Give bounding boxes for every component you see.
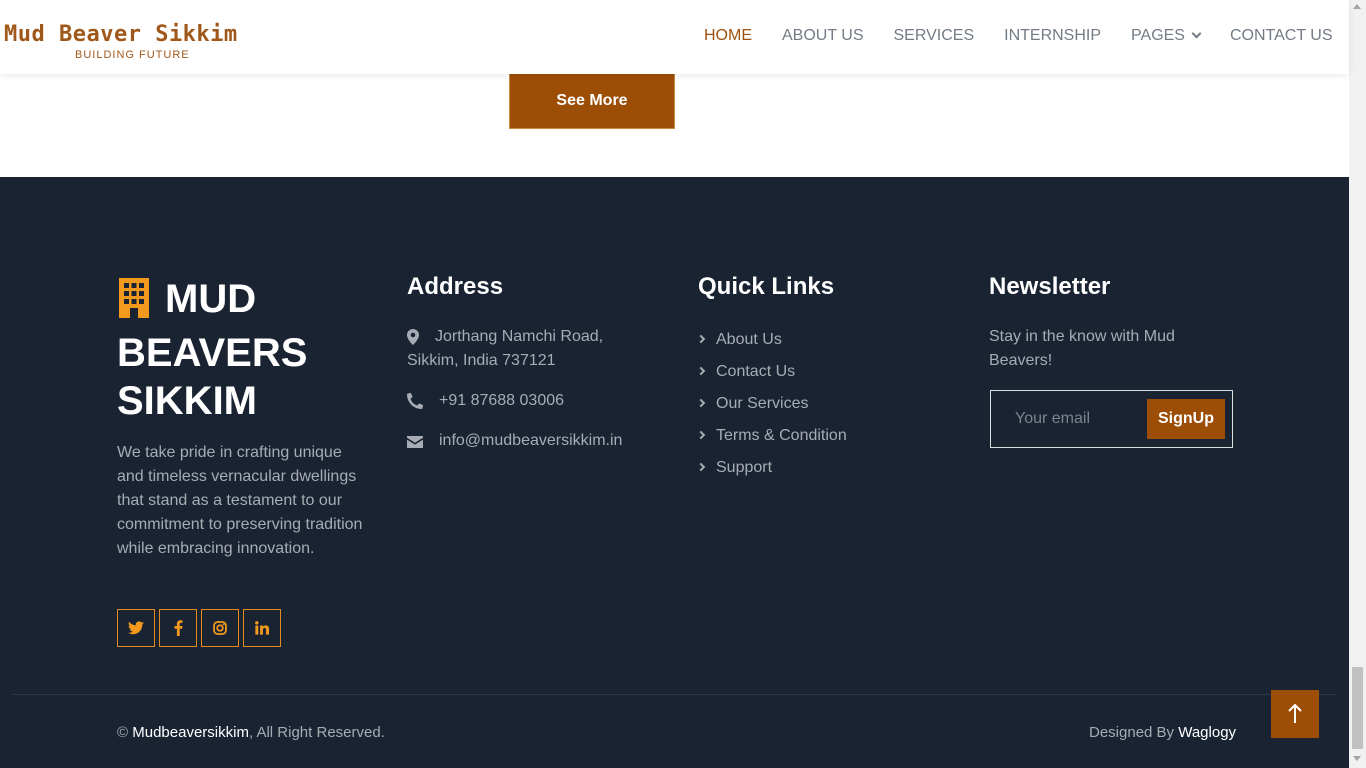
email-address[interactable]: info@mudbeaversikkim.in [439, 429, 622, 453]
chevron-right-icon [696, 462, 706, 472]
brand-line-2: BEAVERS [117, 331, 308, 375]
newsletter-text: Stay in the know with Mud Beavers! [989, 328, 1175, 369]
footer-divider [12, 694, 1337, 695]
nav-contact-us[interactable]: CONTACT US [1230, 27, 1333, 45]
nav-home[interactable]: HOME [704, 27, 752, 45]
linkedin-icon [255, 621, 269, 635]
footer-link-support[interactable]: Support [696, 459, 773, 477]
scroll-down-arrow-icon[interactable] [1353, 756, 1361, 761]
twitter-link[interactable] [117, 609, 155, 647]
newsletter-form: Your email SignUp [990, 390, 1233, 448]
facebook-icon [174, 620, 182, 636]
scroll-up-arrow-icon[interactable] [1353, 4, 1361, 9]
site-logo[interactable]: Mud Beaver Sikkim BUILDING FUTURE [4, 22, 238, 61]
back-to-top-button[interactable] [1271, 690, 1319, 738]
instagram-link[interactable] [201, 609, 239, 647]
footer-link-label: Terms & Condition [716, 427, 847, 444]
address-line-2: Sikkim, India 737121 [407, 352, 556, 369]
footer-link-label: About Us [716, 331, 782, 348]
chevron-down-icon [1191, 28, 1202, 39]
footer-link-about-us[interactable]: About Us [696, 331, 782, 349]
instagram-icon [213, 621, 227, 635]
footer-link-label: Support [716, 459, 773, 476]
page-scrollbar[interactable] [1349, 0, 1366, 768]
nav-pages[interactable]: PAGES [1131, 27, 1202, 45]
site-footer: MUD BEAVERS SIKKIM We take pride in craf… [0, 177, 1349, 768]
copyright-link[interactable]: Mudbeaversikkim [132, 724, 249, 741]
copyright: © Mudbeaversikkim, All Right Reserved. [117, 724, 385, 741]
footer-link-terms[interactable]: Terms & Condition [696, 427, 847, 445]
designed-by: Designed By Waglogy [1089, 724, 1236, 741]
facebook-link[interactable] [159, 609, 197, 647]
brand-line-1: MUD [165, 277, 257, 321]
building-icon [117, 278, 151, 329]
main-nav: HOME ABOUT US SERVICES INTERNSHIP PAGES … [704, 27, 1363, 45]
quick-links-title: Quick Links [698, 273, 835, 300]
chevron-right-icon [696, 398, 706, 408]
arrow-up-icon [1288, 704, 1302, 723]
newsletter-title: Newsletter [989, 273, 1111, 300]
nav-services[interactable]: SERVICES [894, 27, 975, 45]
newsletter-email-input[interactable]: Your email [1015, 410, 1090, 428]
footer-link-contact-us[interactable]: Contact Us [696, 363, 796, 381]
logo-tagline: BUILDING FUTURE [75, 49, 190, 61]
chevron-right-icon [696, 334, 706, 344]
address-line-1: Jorthang Namchi Road, [435, 328, 604, 345]
chevron-right-icon [696, 366, 706, 376]
nav-about-us[interactable]: ABOUT US [782, 27, 864, 45]
nav-internship[interactable]: INTERNSHIP [1004, 27, 1101, 45]
footer-link-label: Contact Us [716, 363, 796, 380]
nav-pages-label: PAGES [1131, 27, 1185, 44]
linkedin-link[interactable] [243, 609, 281, 647]
phone-number[interactable]: +91 87688 03006 [439, 389, 564, 413]
copyright-suffix: , All Right Reserved. [248, 724, 385, 741]
site-header: Mud Beaver Sikkim BUILDING FUTURE HOME A… [0, 0, 1349, 74]
brand-line-3: SIKKIM [117, 379, 257, 423]
chevron-right-icon [696, 430, 706, 440]
footer-link-label: Our Services [716, 395, 809, 412]
copyright-symbol: © [117, 724, 129, 741]
footer-brand: MUD BEAVERS SIKKIM [117, 275, 377, 425]
twitter-icon [128, 621, 144, 635]
envelope-icon [407, 435, 423, 453]
footer-link-our-services[interactable]: Our Services [696, 395, 809, 413]
logo-title: Mud Beaver Sikkim [4, 22, 238, 47]
signup-button[interactable]: SignUp [1147, 399, 1225, 439]
designer-link[interactable]: Waglogy [1178, 724, 1236, 741]
address-text: Jorthang Namchi Road, Sikkim, India 7371… [407, 325, 637, 373]
designed-by-label: Designed By [1089, 724, 1175, 741]
scrollbar-thumb[interactable] [1352, 667, 1363, 749]
address-title: Address [407, 273, 504, 300]
see-more-button[interactable]: See More [509, 72, 675, 129]
phone-icon [406, 392, 424, 414]
about-text: We take pride in crafting unique and tim… [117, 444, 363, 557]
social-links [117, 609, 285, 647]
